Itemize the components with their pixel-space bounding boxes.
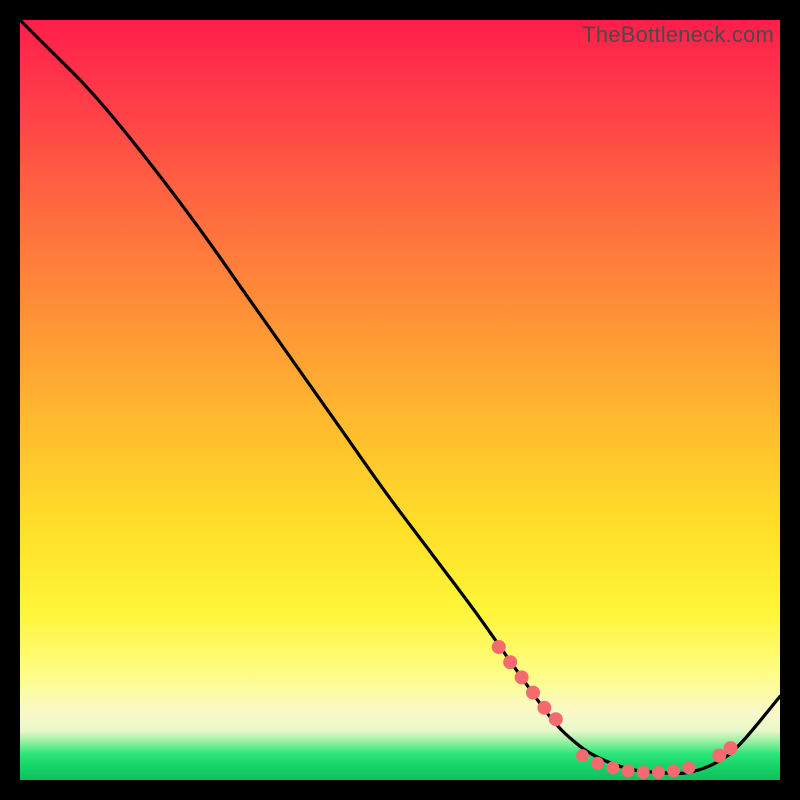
curve-marker — [637, 766, 650, 779]
curve-marker — [503, 655, 517, 669]
chart-frame: TheBottleneck.com — [20, 20, 780, 780]
curve-marker — [549, 712, 563, 726]
curve-markers — [492, 640, 738, 779]
curve-marker — [667, 764, 680, 777]
curve-marker — [652, 766, 665, 779]
curve-marker — [526, 686, 540, 700]
curve-marker — [622, 764, 635, 777]
curve-marker — [712, 749, 726, 763]
curve-marker — [537, 701, 551, 715]
curve-marker — [515, 670, 529, 684]
chart-svg — [20, 20, 780, 780]
curve-marker — [492, 640, 506, 654]
curve-marker — [576, 749, 589, 762]
curve-marker — [606, 761, 619, 774]
curve-marker — [591, 757, 604, 770]
curve-marker — [724, 741, 738, 755]
watermark-text: TheBottleneck.com — [582, 22, 774, 48]
curve-marker — [682, 761, 695, 774]
bottleneck-curve — [20, 20, 780, 773]
